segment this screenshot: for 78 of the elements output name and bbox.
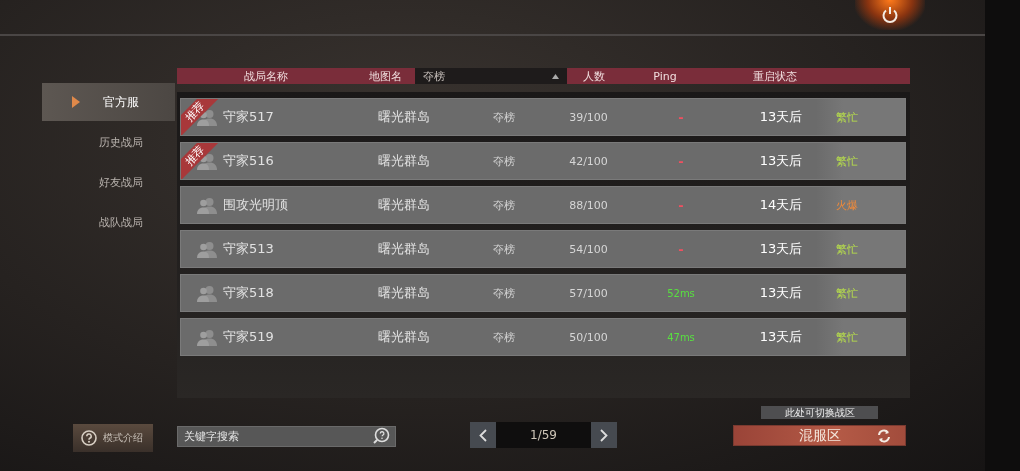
sidebar-item[interactable]: 好友战局 — [42, 163, 175, 201]
mode-intro-button[interactable]: 模式介绍 — [73, 424, 153, 452]
ping-value: - — [678, 109, 685, 125]
ping-value: - — [678, 197, 685, 213]
ping-value: - — [678, 241, 685, 257]
tooltip: 此处可切换战区 — [761, 406, 878, 419]
caret-icon — [552, 73, 559, 79]
column-header: 地图名 — [367, 68, 403, 84]
column-header: 人数 — [581, 68, 606, 84]
server-status: 繁忙 — [836, 153, 858, 169]
restart-time: 14天后 — [759, 196, 803, 214]
server-status: 繁忙 — [836, 329, 858, 345]
server-name: 守家517 — [223, 108, 275, 126]
column-header: 战局名称 — [243, 68, 289, 84]
player-count: 57/100 — [569, 286, 609, 300]
restart-time: 13天后 — [759, 284, 803, 302]
chevron-left-icon — [479, 428, 487, 442]
server-status: 繁忙 — [836, 109, 858, 125]
next-page-button[interactable] — [591, 422, 617, 448]
previous-page-button[interactable] — [470, 422, 496, 448]
arrow-icon — [72, 96, 80, 108]
mode-name: 夺榜 — [492, 109, 516, 125]
map-name: 曙光群岛 — [377, 196, 431, 214]
mode-name: 夺榜 — [492, 329, 516, 345]
player-icon — [197, 196, 217, 214]
server-name: 守家516 — [223, 152, 275, 170]
server-name: 守家513 — [223, 240, 275, 258]
server-name: 围攻光明顶 — [223, 196, 289, 214]
server-row[interactable]: 推荐 守家516 曙光群岛 夺榜 42/100 - 13天后 繁忙 — [180, 142, 906, 180]
restart-time: 13天后 — [759, 152, 803, 170]
server-status: 繁忙 — [836, 285, 858, 301]
mode-name: 夺榜 — [492, 241, 516, 257]
sidebar-item[interactable]: 历史战局 — [42, 123, 175, 161]
mode-dropdown[interactable]: 夺榜 — [415, 68, 567, 84]
chevron-right-icon — [600, 428, 608, 442]
player-count: 54/100 — [569, 242, 609, 256]
column-header: Ping — [652, 69, 678, 83]
map-name: 曙光群岛 — [377, 328, 431, 346]
player-icon — [197, 240, 217, 258]
map-name: 曙光群岛 — [377, 284, 431, 302]
player-count: 50/100 — [569, 330, 609, 344]
power-icon — [881, 6, 899, 24]
player-icon — [197, 328, 217, 346]
server-switch-button[interactable]: 混服区 — [733, 425, 906, 446]
server-name: 守家519 — [223, 328, 275, 346]
mode-name: 夺榜 — [492, 153, 516, 169]
mode-name: 夺榜 — [492, 285, 516, 301]
server-row[interactable]: 推荐 守家517 曙光群岛 夺榜 39/100 - 13天后 繁忙 — [180, 98, 906, 136]
server-status: 繁忙 — [836, 241, 858, 257]
player-icon — [197, 284, 217, 302]
map-name: 曙光群岛 — [377, 108, 431, 126]
search-field[interactable]: 关键字搜索 — [177, 426, 396, 447]
sidebar-item[interactable]: 官方服 — [42, 83, 175, 121]
player-count: 88/100 — [569, 198, 609, 212]
restart-time: 13天后 — [759, 328, 803, 346]
player-count: 39/100 — [569, 110, 609, 124]
server-row[interactable]: 守家519 曙光群岛 夺榜 50/100 47ms 13天后 繁忙 — [180, 318, 906, 356]
player-count: 42/100 — [569, 154, 609, 168]
server-row[interactable]: 守家518 曙光群岛 夺榜 57/100 52ms 13天后 繁忙 — [180, 274, 906, 312]
server-name: 守家518 — [223, 284, 275, 302]
help-icon — [81, 430, 97, 446]
ping-value: - — [678, 153, 685, 169]
server-row[interactable]: 围攻光明顶 曙光群岛 夺榜 88/100 - 14天后 火爆 — [180, 186, 906, 224]
power-button[interactable] — [855, 0, 925, 30]
map-name: 曙光群岛 — [377, 240, 431, 258]
server-status: 火爆 — [836, 197, 858, 213]
refresh-icon — [877, 429, 891, 443]
restart-time: 13天后 — [759, 108, 803, 126]
sidebar-item[interactable]: 战队战局 — [42, 203, 175, 241]
page-indicator: 1/59 — [496, 422, 591, 448]
ping-value: 47ms — [667, 331, 696, 343]
column-header: 重启状态 — [752, 68, 798, 84]
mode-name: 夺榜 — [492, 197, 516, 213]
restart-time: 13天后 — [759, 240, 803, 258]
map-name: 曙光群岛 — [377, 152, 431, 170]
ping-value: 52ms — [667, 287, 696, 299]
search-icon[interactable] — [372, 427, 390, 445]
server-row[interactable]: 守家513 曙光群岛 夺榜 54/100 - 13天后 繁忙 — [180, 230, 906, 268]
